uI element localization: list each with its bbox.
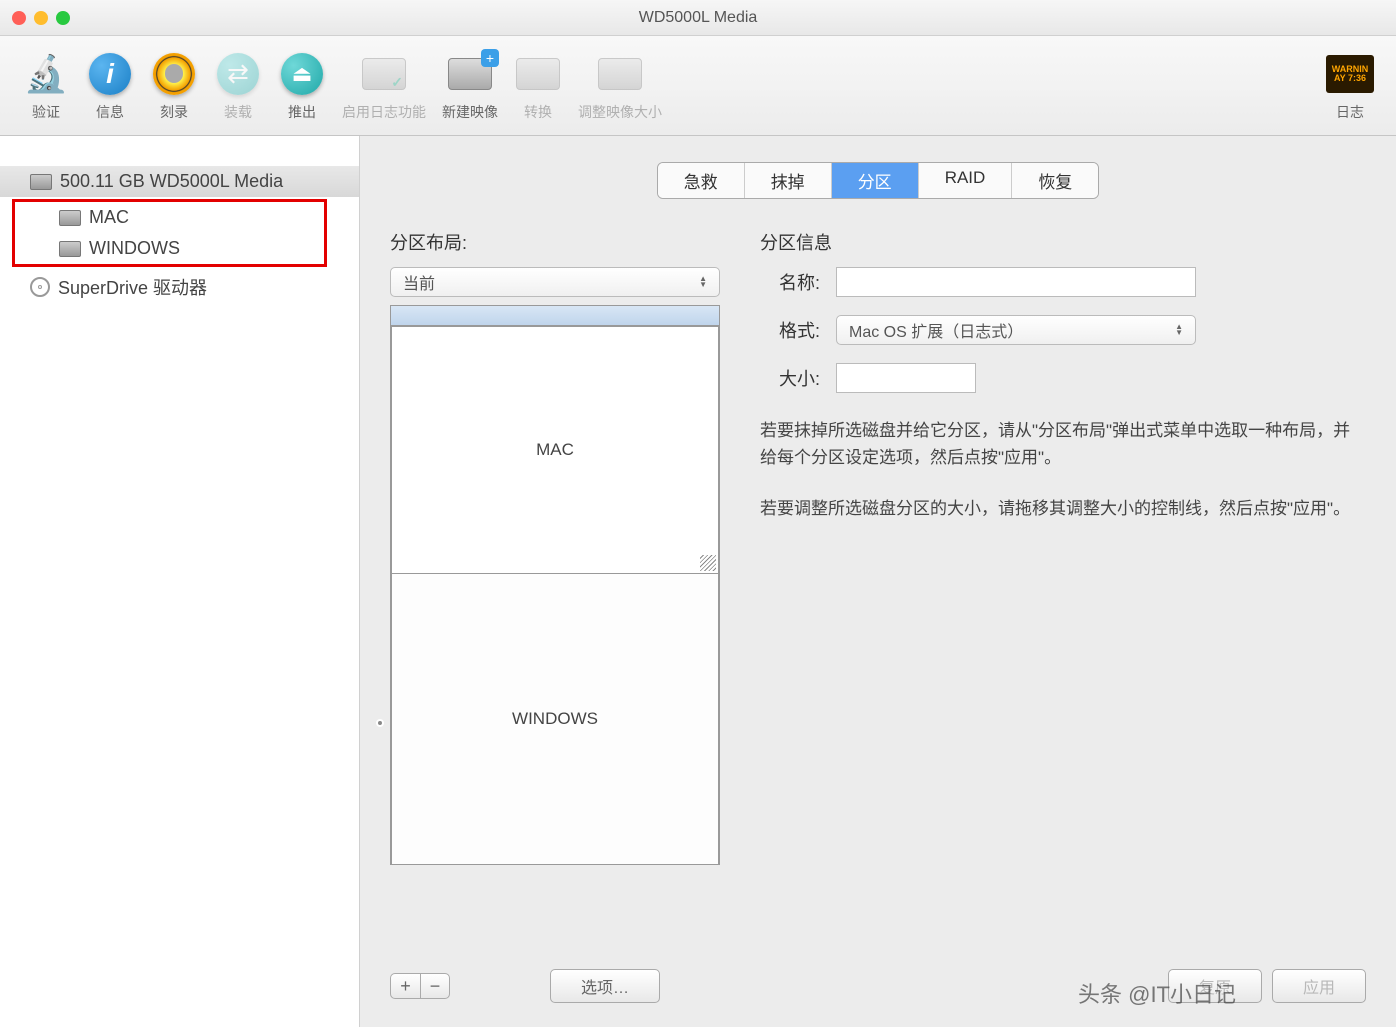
eject-icon: ⏏ bbox=[278, 50, 326, 98]
partition-windows[interactable]: WINDOWS bbox=[391, 573, 719, 865]
new-image-button[interactable]: + 新建映像 bbox=[440, 46, 500, 126]
titlebar: WD5000L Media bbox=[0, 0, 1396, 36]
sidebar-volume-mac[interactable]: MAC bbox=[15, 202, 324, 233]
convert-button: 转换 bbox=[512, 46, 564, 126]
verify-button[interactable]: 🔬 验证 bbox=[20, 46, 72, 126]
burn-button[interactable]: 刻录 bbox=[148, 46, 200, 126]
chevron-updown-icon: ▲▼ bbox=[699, 276, 707, 287]
name-label: 名称: bbox=[760, 269, 820, 295]
close-button[interactable] bbox=[12, 11, 26, 25]
layout-label: 分区布局: bbox=[390, 229, 720, 255]
window-title: WD5000L Media bbox=[639, 9, 758, 27]
tab-partition[interactable]: 分区 bbox=[832, 163, 919, 198]
info-button[interactable]: i 信息 bbox=[84, 46, 136, 126]
drive-icon bbox=[59, 241, 81, 257]
enable-log-button: 启用日志功能 bbox=[340, 46, 428, 126]
cd-icon bbox=[30, 277, 50, 297]
sidebar-volume-windows[interactable]: WINDOWS bbox=[15, 233, 324, 264]
partition-layout: MAC WINDOWS bbox=[390, 305, 720, 865]
remove-partition-button[interactable]: − bbox=[420, 973, 450, 999]
size-label: 大小: bbox=[760, 365, 820, 391]
minimize-button[interactable] bbox=[34, 11, 48, 25]
tab-erase[interactable]: 抹掉 bbox=[745, 163, 832, 198]
tab-raid[interactable]: RAID bbox=[919, 163, 1013, 198]
content-panel: 急救 抹掉 分区 RAID 恢复 分区布局: 当前 ▲▼ MAC bbox=[360, 136, 1396, 1027]
burn-icon bbox=[150, 50, 198, 98]
layout-header bbox=[391, 306, 719, 326]
drive-check-icon bbox=[360, 50, 408, 98]
resize-icon bbox=[596, 50, 644, 98]
mount-icon: ⇄ bbox=[214, 50, 262, 98]
drive-icon bbox=[30, 174, 52, 190]
chevron-updown-icon: ▲▼ bbox=[1175, 324, 1183, 335]
help-text-2: 若要调整所选磁盘分区的大小，请拖移其调整大小的控制线，然后点按"应用"。 bbox=[760, 495, 1366, 522]
sidebar-disk[interactable]: 500.11 GB WD5000L Media bbox=[0, 166, 359, 197]
microscope-icon: 🔬 bbox=[22, 50, 70, 98]
drive-icon bbox=[59, 210, 81, 226]
resize-handle[interactable] bbox=[700, 555, 716, 571]
sidebar-superdrive[interactable]: SuperDrive 驱动器 bbox=[0, 269, 359, 305]
resize-image-button: 调整映像大小 bbox=[576, 46, 664, 126]
info-icon: i bbox=[86, 50, 134, 98]
format-label: 格式: bbox=[760, 317, 820, 343]
sidebar: 500.11 GB WD5000L Media MAC WINDOWS Supe… bbox=[0, 136, 360, 1027]
help-text-1: 若要抹掉所选磁盘并给它分区，请从"分区布局"弹出式菜单中选取一种布局，并给每个分… bbox=[760, 417, 1366, 471]
add-partition-button[interactable]: + bbox=[390, 973, 420, 999]
log-button[interactable]: WARNINAY 7:36 日志 bbox=[1324, 46, 1376, 126]
warning-icon: WARNINAY 7:36 bbox=[1326, 50, 1374, 98]
convert-icon bbox=[514, 50, 562, 98]
tabs: 急救 抹掉 分区 RAID 恢复 bbox=[390, 162, 1366, 199]
toolbar: 🔬 验证 i 信息 刻录 ⇄ 装载 ⏏ 推出 启用日志功能 + 新建映像 转换 … bbox=[0, 36, 1396, 136]
watermark: 头条 @IT小日记 bbox=[1078, 977, 1236, 1009]
tab-first-aid[interactable]: 急救 bbox=[658, 163, 745, 198]
tab-restore[interactable]: 恢复 bbox=[1012, 163, 1098, 198]
layout-dropdown[interactable]: 当前 ▲▼ bbox=[390, 267, 720, 297]
mount-button: ⇄ 装载 bbox=[212, 46, 264, 126]
partition-mac[interactable]: MAC bbox=[391, 326, 719, 574]
size-input[interactable] bbox=[836, 363, 976, 393]
maximize-button[interactable] bbox=[56, 11, 70, 25]
drag-handle[interactable] bbox=[376, 719, 384, 727]
apply-button: 应用 bbox=[1272, 969, 1366, 1003]
highlight-box: MAC WINDOWS bbox=[12, 199, 327, 267]
name-input[interactable] bbox=[836, 267, 1196, 297]
info-label: 分区信息 bbox=[760, 229, 1366, 255]
format-select[interactable]: Mac OS 扩展（日志式） ▲▼ bbox=[836, 315, 1196, 345]
options-button[interactable]: 选项… bbox=[550, 969, 660, 1003]
eject-button[interactable]: ⏏ 推出 bbox=[276, 46, 328, 126]
drive-plus-icon: + bbox=[446, 50, 494, 98]
